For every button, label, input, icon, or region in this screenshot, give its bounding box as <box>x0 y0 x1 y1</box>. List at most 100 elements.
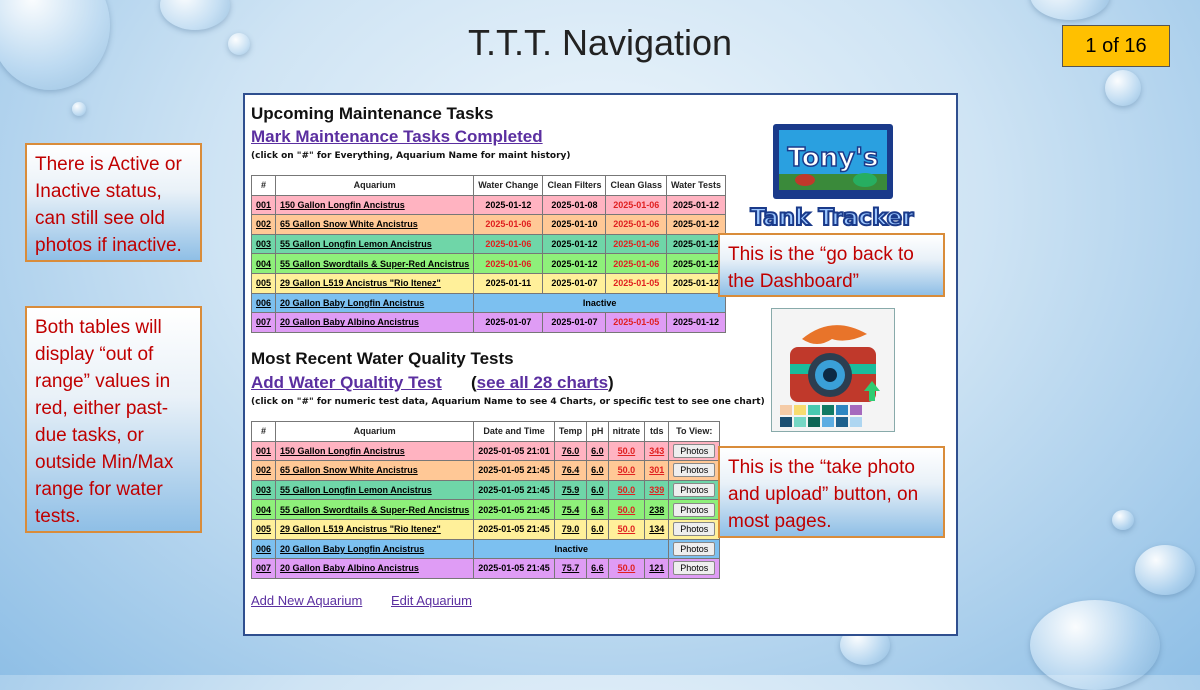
tds-link[interactable]: 238 <box>649 505 664 515</box>
aquarium-name-link[interactable]: 150 Gallon Longfin Ancistrus <box>280 446 405 456</box>
ph-link[interactable]: 6.0 <box>591 524 604 534</box>
aquarium-name-link[interactable]: 20 Gallon Baby Albino Ancistrus <box>280 563 419 573</box>
edit-aquarium-link[interactable]: Edit Aquarium <box>391 593 472 608</box>
table-row: 001 150 Gallon Longfin Ancistrus 2025-01-0… <box>250 440 721 462</box>
column-header: To View: <box>668 421 721 442</box>
task-due-date: 2025-01-12 <box>665 233 727 255</box>
aquarium-number-link[interactable]: 004 <box>256 259 271 269</box>
aquarium-number-link[interactable]: 007 <box>256 317 271 327</box>
temp-link[interactable]: 75.9 <box>562 485 580 495</box>
aquarium-number-link[interactable]: 006 <box>256 298 271 308</box>
add-water-test-link[interactable]: Add Water Qualtity Test <box>251 373 442 393</box>
bubble <box>1135 545 1195 595</box>
aquarium-name-link[interactable]: 20 Gallon Baby Longfin Ancistrus <box>280 298 424 308</box>
see-all-charts-link[interactable]: see all 28 charts <box>477 373 608 392</box>
temp-link[interactable]: 75.4 <box>562 505 580 515</box>
column-header: tds <box>644 421 670 442</box>
add-new-aquarium-link[interactable]: Add New Aquarium <box>251 593 362 608</box>
aquarium-number-link[interactable]: 007 <box>256 563 271 573</box>
nitrate-link[interactable]: 50.0 <box>618 485 636 495</box>
nitrate-link[interactable]: 50.0 <box>618 563 636 573</box>
mark-tasks-completed-link[interactable]: Mark Maintenance Tasks Completed <box>251 127 543 147</box>
task-due-date: 2025-01-12 <box>542 233 607 255</box>
column-header: # <box>250 421 277 442</box>
task-due-date: 2025-01-10 <box>542 214 607 235</box>
nitrate-link[interactable]: 50.0 <box>618 505 636 515</box>
nitrate-link[interactable]: 50.0 <box>618 446 636 456</box>
photos-button[interactable]: Photos <box>673 463 716 478</box>
aquarium-name-link[interactable]: 29 Gallon L519 Ancistrus "Rio Itenez" <box>280 524 441 534</box>
aquarium-name-link[interactable]: 55 Gallon Swordtails & Super-Red Ancistr… <box>280 259 469 269</box>
photos-button[interactable]: Photos <box>673 541 716 556</box>
ph-link[interactable]: 6.6 <box>591 563 604 573</box>
aquarium-name-link[interactable]: 29 Gallon L519 Ancistrus "Rio Itenez" <box>280 278 441 288</box>
take-photo-upload-button[interactable] <box>771 308 895 432</box>
aquarium-name-link[interactable]: 55 Gallon Longfin Lemon Ancistrus <box>280 485 432 495</box>
nitrate-link[interactable]: 50.0 <box>618 524 636 534</box>
ph-link[interactable]: 6.0 <box>591 465 604 475</box>
table-row: 006 20 Gallon Baby Longfin Ancistrus Inact… <box>250 538 721 560</box>
bubble <box>1112 510 1134 530</box>
task-due-date: 2025-01-07 <box>542 272 607 294</box>
ph-link[interactable]: 6.0 <box>591 446 604 456</box>
test-datetime: 2025-01-05 21:45 <box>473 479 555 501</box>
ph-link[interactable]: 6.8 <box>591 505 604 515</box>
photos-button[interactable]: Photos <box>673 502 716 517</box>
water-table: # Aquarium Date and Time Temp pH nitrate tds To… <box>250 421 721 579</box>
column-header: Aquarium <box>275 175 475 196</box>
task-due-date: 2025-01-12 <box>473 194 544 216</box>
aquarium-number-link[interactable]: 002 <box>256 465 271 475</box>
table-row: 003 55 Gallon Longfin Lemon Ancistrus 2025… <box>250 479 721 501</box>
photos-button[interactable]: Photos <box>673 522 716 537</box>
table-row: 005 29 Gallon L519 Ancistrus "Rio Itenez"… <box>250 272 727 294</box>
task-due-date: 2025-01-07 <box>542 312 607 333</box>
aquarium-number-link[interactable]: 001 <box>256 446 271 456</box>
ph-link[interactable]: 6.0 <box>591 485 604 495</box>
nitrate-link[interactable]: 50.0 <box>618 465 636 475</box>
aquarium-name-link[interactable]: 65 Gallon Snow White Ancistrus <box>280 465 418 475</box>
aquarium-name-link[interactable]: 55 Gallon Longfin Lemon Ancistrus <box>280 239 432 249</box>
task-due-date: 2025-01-05 <box>605 312 667 333</box>
test-datetime: 2025-01-05 21:45 <box>473 518 555 540</box>
maintenance-heading: Upcoming Maintenance Tasks <box>251 104 494 123</box>
table-row: 002 65 Gallon Snow White Ancistrus 2025-01… <box>250 460 721 481</box>
aquarium-number-link[interactable]: 004 <box>256 505 271 515</box>
dashboard-logo-button[interactable]: Tony's Tank Tracker <box>735 122 930 232</box>
aquarium-name-link[interactable]: 65 Gallon Snow White Ancistrus <box>280 219 418 229</box>
test-datetime: 2025-01-05 21:45 <box>473 558 555 579</box>
temp-link[interactable]: 75.7 <box>562 563 580 573</box>
logo-text-tank-tracker: Tank Tracker <box>750 205 914 231</box>
temp-link[interactable]: 76.4 <box>562 465 580 475</box>
aquarium-name-link[interactable]: 20 Gallon Baby Albino Ancistrus <box>280 317 419 327</box>
tds-link[interactable]: 301 <box>649 465 664 475</box>
aquarium-number-link[interactable]: 003 <box>256 239 271 249</box>
photos-button[interactable]: Photos <box>673 561 716 576</box>
aquarium-number-link[interactable]: 006 <box>256 544 271 554</box>
bubble <box>1105 70 1141 106</box>
aquarium-number-link[interactable]: 005 <box>256 278 271 288</box>
tds-link[interactable]: 134 <box>649 524 664 534</box>
aquarium-number-link[interactable]: 005 <box>256 524 271 534</box>
table-row: 005 29 Gallon L519 Ancistrus "Rio Itenez"… <box>250 518 721 540</box>
temp-link[interactable]: 76.0 <box>562 446 580 456</box>
tds-link[interactable]: 339 <box>649 485 664 495</box>
aquarium-name-link[interactable]: 150 Gallon Longfin Ancistrus <box>280 200 405 210</box>
tds-link[interactable]: 121 <box>649 563 664 573</box>
table-row: 002 65 Gallon Snow White Ancistrus 2025-01… <box>250 214 727 235</box>
aquarium-name-link[interactable]: 20 Gallon Baby Longfin Ancistrus <box>280 544 424 554</box>
header-row: # Aquarium Water Change Clean Filters Clean … <box>250 175 727 196</box>
photos-button[interactable]: Photos <box>673 443 716 458</box>
slide-title: T.T.T. Navigation <box>467 22 733 63</box>
inactive-status: Inactive <box>473 538 670 560</box>
aquarium-number-link[interactable]: 002 <box>256 219 271 229</box>
table-row: 004 55 Gallon Swordtails & Super-Red Anci… <box>250 253 727 274</box>
tds-link[interactable]: 343 <box>649 446 664 456</box>
temp-link[interactable]: 79.0 <box>562 524 580 534</box>
test-datetime: 2025-01-05 21:45 <box>473 460 555 481</box>
table-row: 003 55 Gallon Longfin Lemon Ancistrus 2025… <box>250 233 727 255</box>
aquarium-name-link[interactable]: 55 Gallon Swordtails & Super-Red Ancistr… <box>280 505 469 515</box>
photos-button[interactable]: Photos <box>673 483 716 498</box>
aquarium-number-link[interactable]: 001 <box>256 200 271 210</box>
aquarium-number-link[interactable]: 003 <box>256 485 271 495</box>
column-header: pH <box>586 421 609 442</box>
